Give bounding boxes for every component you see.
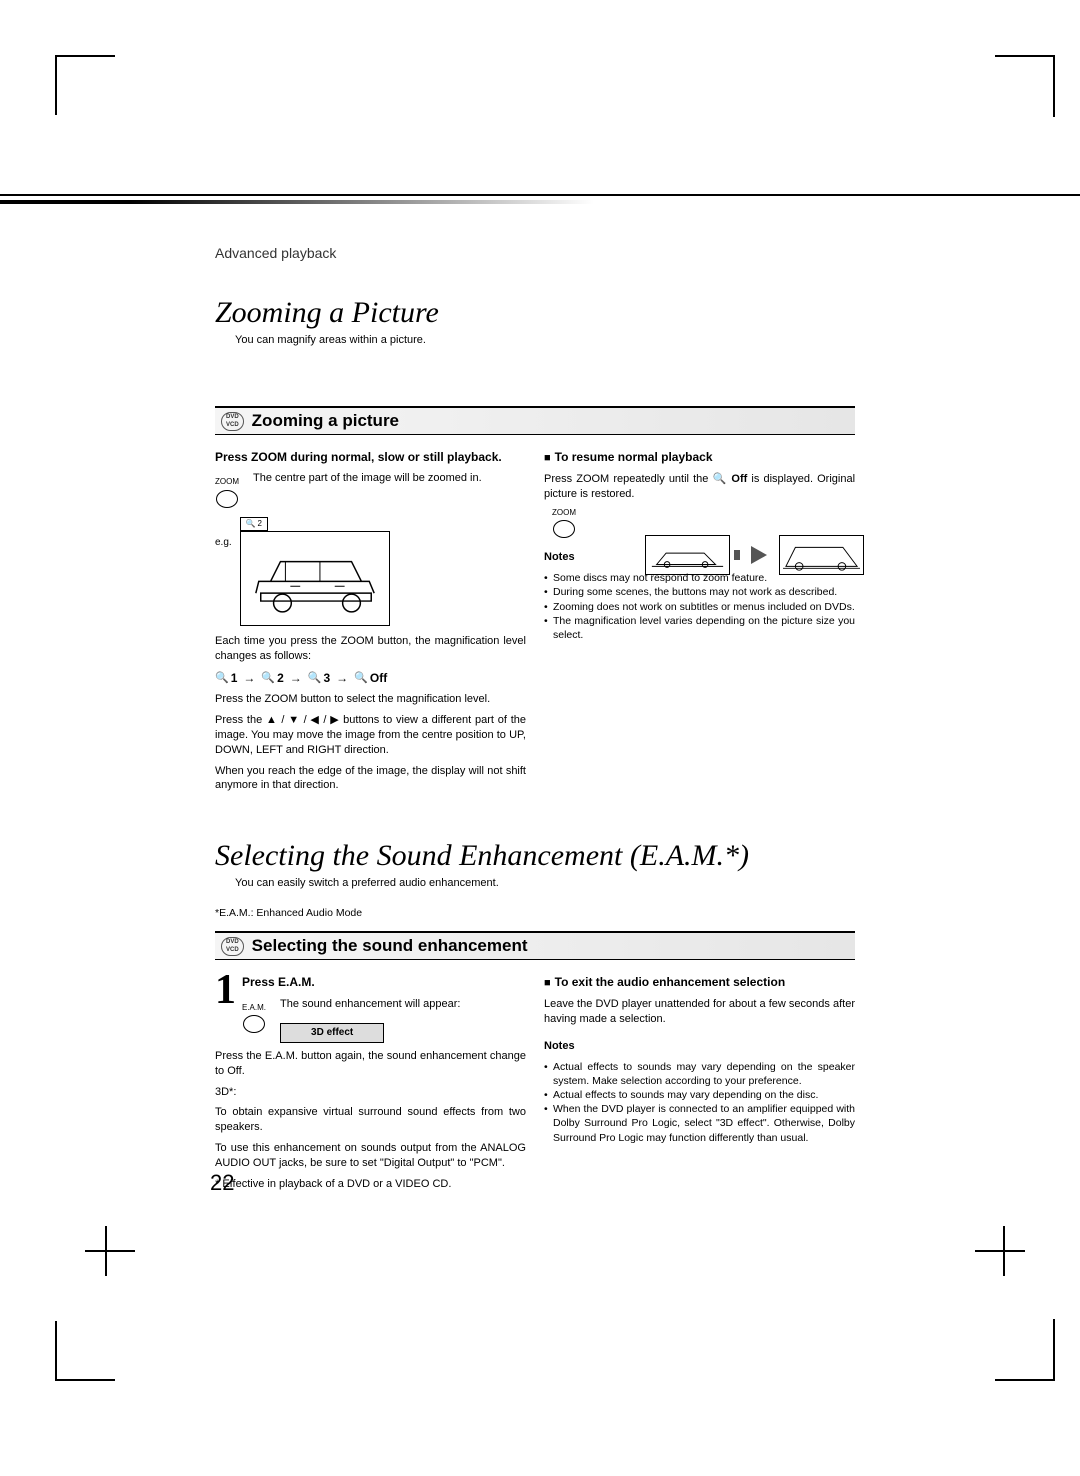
resume-heading: To resume normal playback [544, 449, 855, 466]
eg-zoom-level: 2 [257, 519, 261, 530]
mag-3: 🔍3 [308, 670, 330, 686]
magnification-sequence: 🔍1 → 🔍2 → 🔍3 → 🔍Off [215, 670, 526, 686]
arrow-right-icon [751, 546, 767, 564]
zoom-button-label: ZOOM [215, 477, 239, 488]
eg-label: e.g. [215, 536, 232, 550]
section2-band-title: Selecting the sound enhancement [252, 936, 528, 956]
note-item: The magnification level varies depending… [544, 614, 855, 642]
crop-mark-tl [55, 55, 115, 115]
section2-title: Selecting the Sound Enhancement (E.A.M.*… [215, 839, 855, 873]
mag-1: 🔍1 [215, 670, 237, 686]
section1-subtitle: You can magnify areas within a picture. [235, 334, 855, 346]
magnifier-icon: 🔍 [308, 671, 322, 686]
note-item: When the DVD player is connected to an a… [544, 1102, 855, 1145]
arrow-stem-icon [734, 550, 740, 560]
section2-band: DVD VCD Selecting the sound enhancement [215, 931, 855, 960]
section1-col-left: Press ZOOM during normal, slow or still … [215, 449, 526, 799]
section2-columns: 1 Press E.A.M. E.A.M. The sound enhancem… [215, 974, 855, 1197]
button-circle-icon [243, 1015, 265, 1033]
press-again-text: Press the E.A.M. button again, the sound… [215, 1049, 526, 1079]
button-circle-icon [553, 520, 575, 538]
eam-button-label: E.A.M. [242, 1003, 266, 1014]
section2-subtitle: You can easily switch a preferred audio … [235, 877, 855, 889]
disc-badge-vcd: VCD [226, 947, 239, 954]
crop-mark-bl [55, 1321, 115, 1381]
register-mark-left [85, 1226, 155, 1276]
section2: Selecting the Sound Enhancement (E.A.M.*… [215, 839, 855, 1197]
zoom-button-diagram: ZOOM [544, 508, 584, 539]
notes-list: Actual effects to sounds may vary depend… [544, 1060, 855, 1145]
car-before-box [645, 535, 730, 575]
note-item: Actual effects to sounds may vary depend… [544, 1088, 855, 1102]
button-circle-icon [216, 490, 238, 508]
3d-desc: To obtain expansive virtual surround sou… [215, 1105, 526, 1135]
step-1: 1 Press E.A.M. E.A.M. The sound enhancem… [215, 974, 526, 1049]
section1-col-right: To resume normal playback Press ZOOM rep… [544, 449, 855, 799]
eg-car-image [240, 531, 390, 626]
breadcrumb: Advanced playback [215, 245, 855, 261]
magnifier-icon: 🔍 [215, 671, 229, 686]
eam-button-diagram: E.A.M. [242, 997, 266, 1034]
car-icon [646, 536, 729, 574]
disc-badge: DVD VCD [221, 937, 244, 956]
section1-columns: Press ZOOM during normal, slow or still … [215, 449, 855, 799]
arrow-right-icon: → [290, 670, 302, 686]
register-mark-right [955, 1226, 1025, 1276]
resume-text: Press ZOOM repeatedly until the 🔍 Off is… [544, 472, 855, 502]
car-after-box [779, 535, 864, 575]
header-rule-grad [0, 200, 1080, 204]
edge-text: When you reach the edge of the image, th… [215, 764, 526, 794]
note-item: During some scenes, the buttons may not … [544, 585, 855, 599]
section2-col-right: To exit the audio enhancement selection … [544, 974, 855, 1197]
press-select-text: Press the ZOOM button to select the magn… [215, 692, 526, 707]
eam-footnote: *E.A.M.: Enhanced Audio Mode [215, 907, 855, 919]
disc-badge-vcd: VCD [226, 422, 239, 429]
note-item: Zooming does not work on subtitles or me… [544, 600, 855, 614]
exit-heading: To exit the audio enhancement selection [544, 974, 855, 991]
press-move-text: Press the ▲ / ▼ / ◀ / ▶ buttons to view … [215, 713, 526, 758]
header-rule-thin [0, 194, 1080, 196]
eg-zoom-indicator: 🔍 2 [240, 517, 268, 531]
instr-press-zoom: Press ZOOM during normal, slow or still … [215, 449, 526, 465]
section1-band: DVD VCD Zooming a picture [215, 406, 855, 435]
magnifier-icon: 🔍 [245, 519, 255, 530]
note-item: Actual effects to sounds may vary depend… [544, 1060, 855, 1088]
page-number: 22 [210, 1170, 234, 1196]
section1-band-title: Zooming a picture [252, 411, 399, 431]
magnifier-icon: 🔍 [713, 473, 728, 485]
appear-text: The sound enhancement will appear: [280, 997, 526, 1012]
example-row: e.g. 🔍 2 [215, 516, 526, 626]
zoom-effect-text: The centre part of the image will be zoo… [253, 471, 526, 486]
each-time-text: Each time you press the ZOOM button, the… [215, 634, 526, 664]
manual-page: Advanced playback Zooming a Picture You … [0, 0, 1080, 1476]
exit-text: Leave the DVD player unattended for abou… [544, 997, 855, 1027]
osd-display: 3D effect [280, 1023, 384, 1043]
mag-off: 🔍Off [354, 670, 387, 686]
disc-badge-dvd: DVD [226, 414, 239, 421]
analog-note: To use this enhancement on sounds output… [215, 1141, 526, 1171]
content-area: Advanced playback Zooming a Picture You … [215, 245, 855, 1198]
zoom-button-diagram: ZOOM [215, 471, 239, 508]
notes-list: Some discs may not respond to zoom featu… [544, 571, 855, 642]
zoom-button-label: ZOOM [544, 508, 584, 519]
mag-2: 🔍2 [261, 670, 283, 686]
section1-title: Zooming a Picture [215, 296, 855, 330]
crop-mark-br [995, 1321, 1055, 1381]
crop-mark-tr [995, 55, 1055, 115]
notes-heading: Notes [544, 1039, 855, 1054]
disc-badge: DVD VCD [221, 412, 244, 431]
disc-badge-dvd: DVD [226, 939, 239, 946]
arrow-right-icon: → [243, 670, 255, 686]
car-zoom-icon [780, 536, 863, 574]
step-number: 1 [215, 974, 236, 1049]
effective-note: * Effective in playback of a DVD or a VI… [215, 1177, 526, 1192]
magnifier-icon: 🔍 [261, 671, 275, 686]
section2-col-left: 1 Press E.A.M. E.A.M. The sound enhancem… [215, 974, 526, 1197]
magnifier-icon: 🔍 [354, 671, 368, 686]
arrow-right-icon: → [336, 670, 348, 686]
3d-heading: 3D*: [215, 1085, 526, 1100]
car-large-icon [241, 532, 389, 626]
step-heading: Press E.A.M. [242, 974, 526, 990]
note-item: Some discs may not respond to zoom featu… [544, 571, 855, 585]
